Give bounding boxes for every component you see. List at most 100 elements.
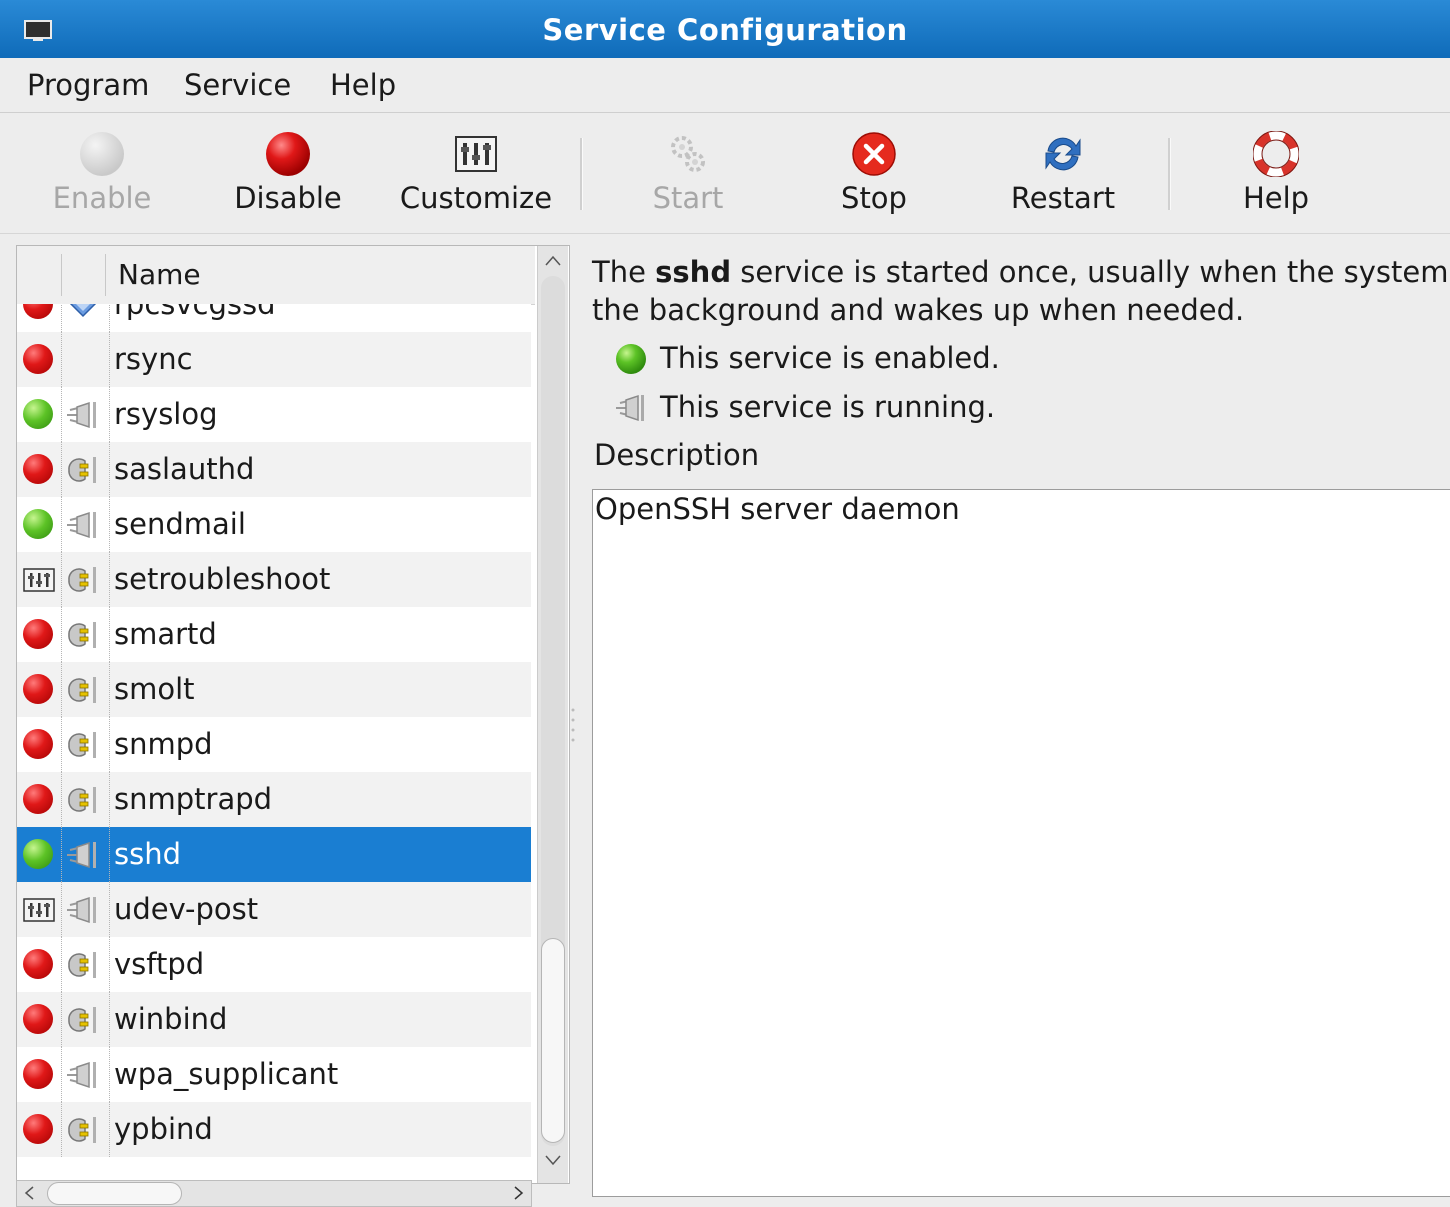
enabled-green-dot-icon — [23, 509, 55, 541]
start-button[interactable]: Start — [630, 113, 746, 233]
enabled-green-dot-icon — [23, 839, 55, 871]
enabled-green-dot-icon — [23, 399, 55, 431]
service-name: smolt — [114, 672, 195, 706]
pane-splitter-grip[interactable] — [570, 706, 576, 746]
column-divider — [61, 387, 62, 442]
column-divider — [109, 552, 110, 607]
summary-suffix: service is started once, usually when th… — [731, 255, 1449, 289]
column-divider — [61, 1047, 62, 1102]
plug-running-icon — [65, 510, 101, 540]
plug-running-icon — [65, 895, 101, 925]
service-row[interactable]: setroubleshoot — [17, 552, 531, 607]
disable-label: Disable — [234, 181, 342, 215]
scroll-down-arrow-icon[interactable] — [544, 1151, 562, 1169]
menu-service[interactable]: Service — [184, 68, 291, 102]
column-divider — [109, 772, 110, 827]
running-text: This service is running. — [660, 390, 996, 424]
horizontal-scroll-thumb[interactable] — [47, 1182, 182, 1205]
title-bar: Service Configuration — [0, 0, 1450, 59]
service-row[interactable]: winbind — [17, 992, 531, 1047]
service-row[interactable]: rpcsvcgssd — [17, 304, 531, 332]
scroll-up-arrow-icon[interactable] — [544, 252, 562, 270]
enable-icon — [80, 132, 124, 176]
service-summary-line2: the background and wakes up when needed. — [592, 293, 1245, 327]
column-divider — [61, 552, 62, 607]
service-row[interactable]: wpa_supplicant — [17, 1047, 531, 1102]
column-divider — [61, 662, 62, 717]
column-divider — [61, 607, 62, 662]
disabled-red-dot-icon — [23, 1114, 55, 1146]
column-divider — [61, 827, 62, 882]
menu-help[interactable]: Help — [330, 68, 396, 102]
restart-label: Restart — [1010, 181, 1116, 215]
column-divider — [61, 1102, 62, 1157]
disabled-red-dot-icon — [23, 1004, 55, 1036]
plug-running-icon — [65, 840, 101, 870]
lifebuoy-help-icon — [1253, 131, 1299, 177]
plug-stopped-icon — [65, 1005, 101, 1035]
service-name: ypbind — [114, 1112, 213, 1146]
empty-type-cell — [65, 345, 101, 375]
summary-prefix: The — [592, 255, 656, 289]
diamond-icon — [65, 304, 101, 320]
column-divider — [61, 304, 62, 332]
service-row[interactable]: vsftpd — [17, 937, 531, 992]
scroll-right-arrow-icon[interactable] — [511, 1186, 525, 1200]
disable-button[interactable]: Disable — [226, 113, 350, 233]
scroll-left-arrow-icon[interactable] — [23, 1186, 37, 1200]
service-name: snmpd — [114, 727, 213, 761]
plug-stopped-icon — [65, 730, 101, 760]
restart-button[interactable]: Restart — [998, 113, 1128, 233]
service-row[interactable]: snmpd — [17, 717, 531, 772]
customize-button[interactable]: Customize — [392, 113, 560, 233]
column-divider — [109, 827, 110, 882]
column-divider — [61, 882, 62, 937]
service-name: sshd — [114, 837, 182, 871]
service-name: setroubleshoot — [114, 562, 331, 596]
service-row[interactable]: sshd — [17, 827, 531, 882]
customize-label: Customize — [399, 181, 553, 215]
service-row[interactable]: sendmail — [17, 497, 531, 552]
service-row[interactable]: rsyslog — [17, 387, 531, 442]
service-row[interactable]: rsync — [17, 332, 531, 387]
list-header: Name — [17, 246, 535, 305]
service-row[interactable]: smolt — [17, 662, 531, 717]
service-name: rsync — [114, 342, 193, 376]
column-divider — [61, 772, 62, 827]
enable-button[interactable]: Enable — [40, 113, 164, 233]
column-divider — [61, 717, 62, 772]
service-name: rpcsvcgssd — [114, 304, 276, 321]
stop-icon — [852, 132, 896, 176]
disabled-red-dot-icon — [23, 1059, 55, 1091]
start-gears-icon — [671, 136, 705, 172]
service-name: winbind — [114, 1002, 228, 1036]
header-separator — [61, 254, 62, 296]
service-row[interactable]: snmptrapd — [17, 772, 531, 827]
service-list[interactable]: Name rpcsvcgssd rsync rsyslog saslauthd send… — [16, 245, 570, 1184]
menu-bar: Program Service Help — [0, 58, 1450, 113]
column-divider — [109, 304, 110, 332]
column-divider — [61, 992, 62, 1047]
horizontal-scrollbar[interactable] — [16, 1180, 532, 1207]
service-row[interactable]: smartd — [17, 607, 531, 662]
description-label: Description — [594, 438, 760, 472]
help-button[interactable]: Help — [1226, 113, 1326, 233]
service-row[interactable]: udev-post — [17, 882, 531, 937]
stop-button[interactable]: Stop — [816, 113, 932, 233]
help-label: Help — [1242, 181, 1310, 215]
column-divider — [61, 332, 62, 387]
column-header-name[interactable]: Name — [118, 258, 201, 291]
toolbar-separator — [580, 138, 583, 210]
plug-stopped-icon — [65, 1115, 101, 1145]
service-row[interactable]: ypbind — [17, 1102, 531, 1157]
service-name: smartd — [114, 617, 217, 651]
description-box[interactable]: OpenSSH server daemon — [592, 489, 1450, 1197]
disabled-red-dot-icon — [23, 674, 55, 706]
description-text: OpenSSH server daemon — [595, 492, 960, 526]
start-label: Start — [652, 181, 724, 215]
scroll-thumb[interactable] — [541, 938, 565, 1143]
column-divider — [109, 607, 110, 662]
vertical-scrollbar[interactable] — [537, 246, 568, 1183]
service-row[interactable]: saslauthd — [17, 442, 531, 497]
menu-program[interactable]: Program — [27, 68, 149, 102]
